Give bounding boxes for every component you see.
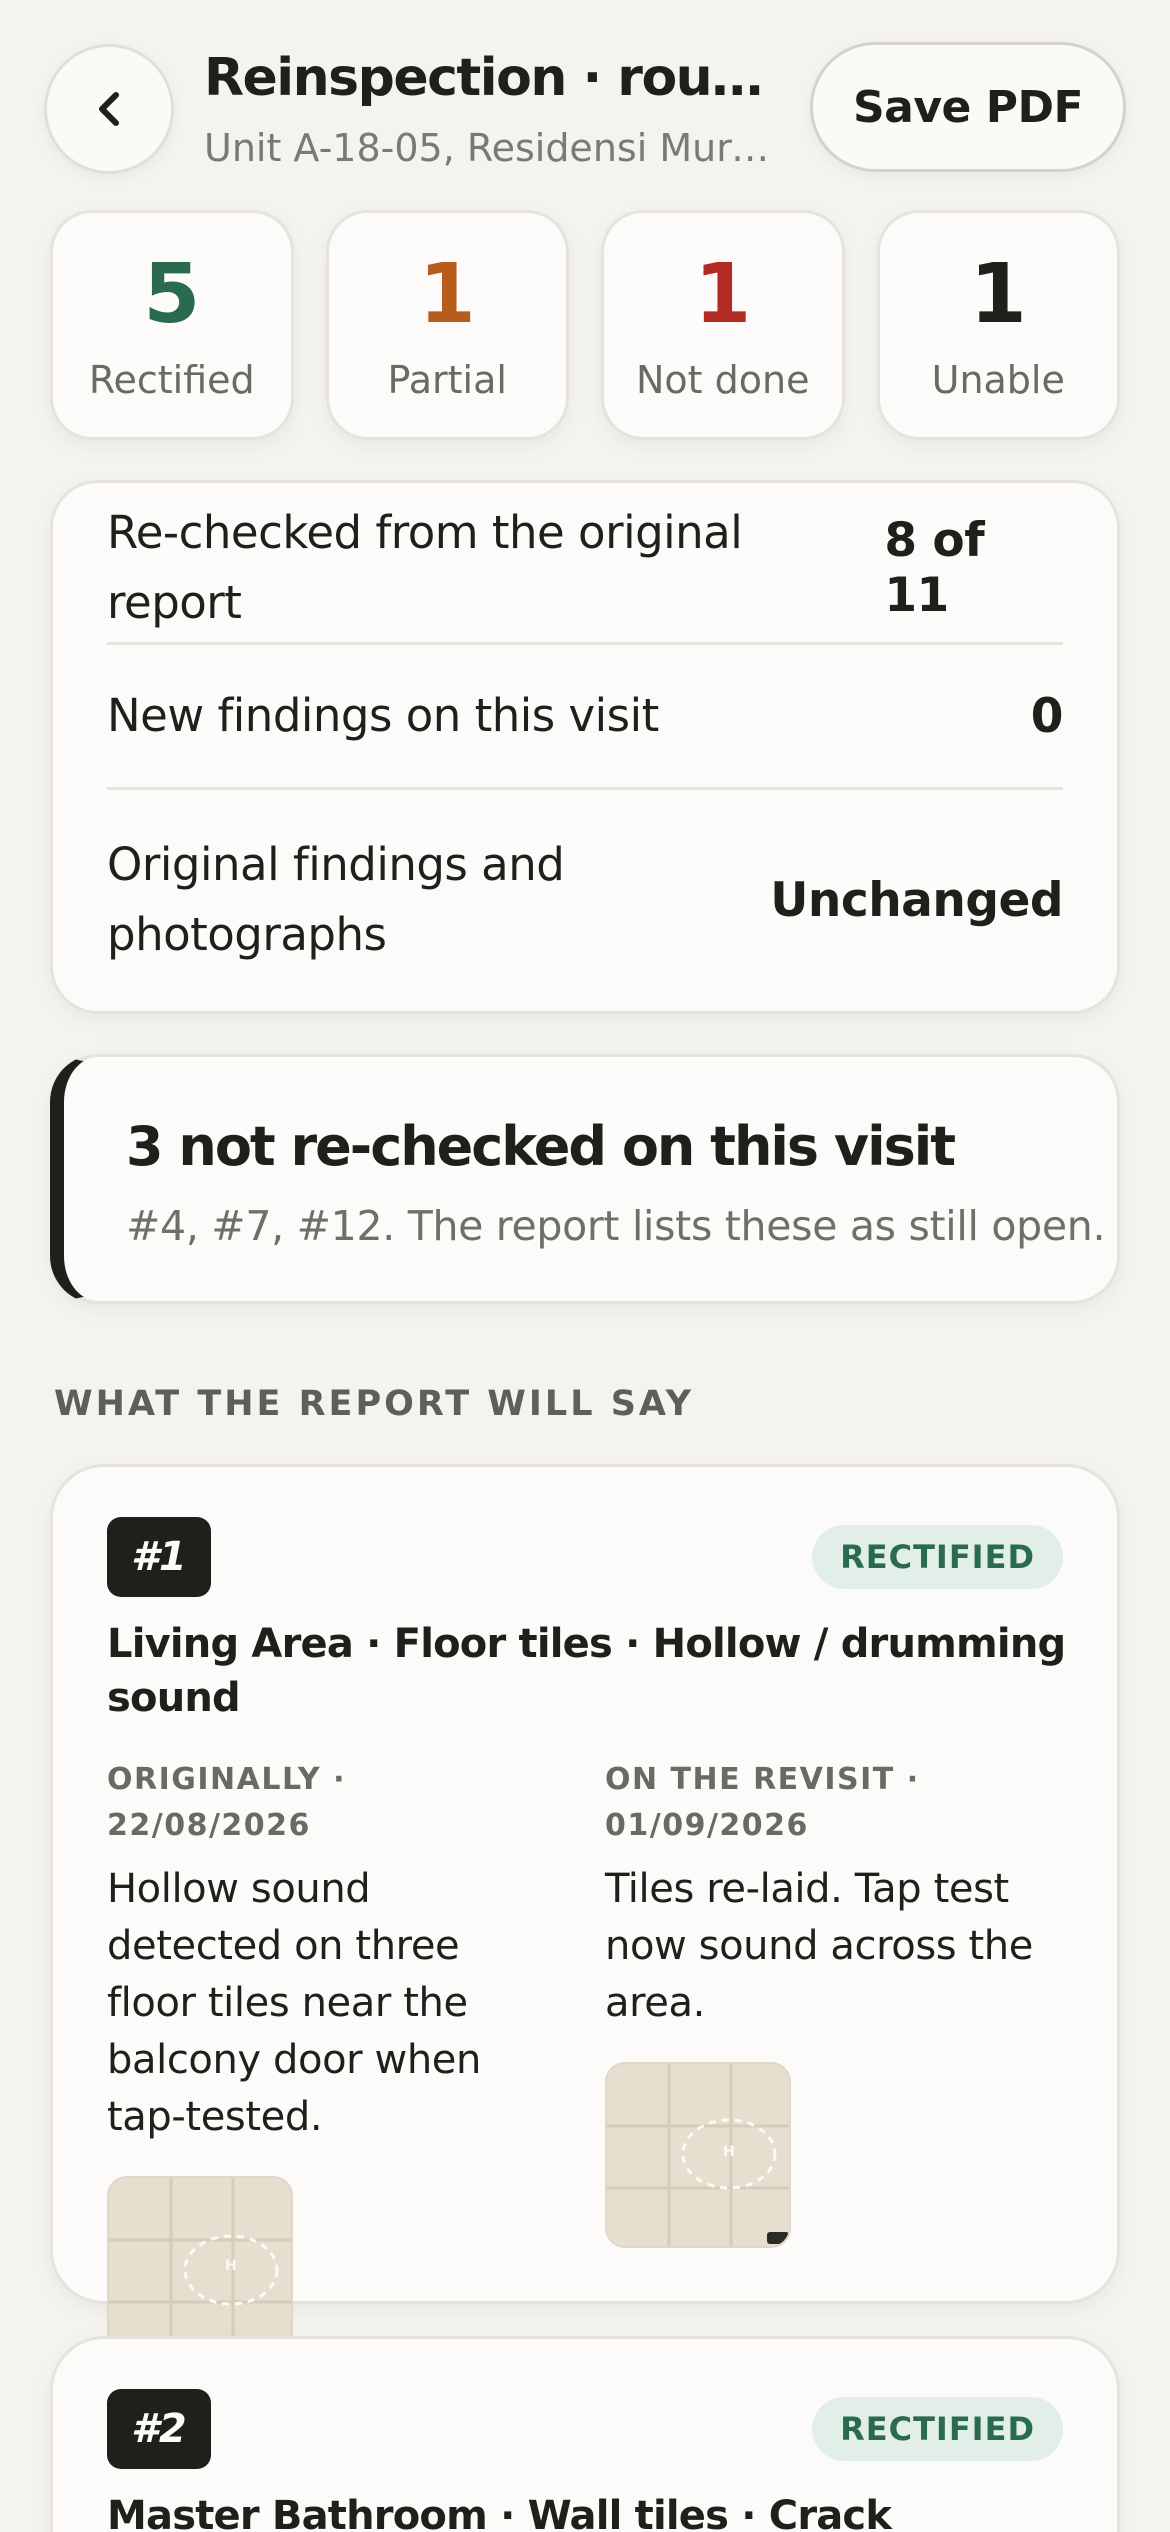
revisit-heading: ON THE REVISIT · 01/09/2026 xyxy=(605,1762,920,1843)
finding-title: Master Bathroom · Wall tiles · Crack xyxy=(107,2493,892,2532)
summary-row: Original findings and photographs Unchan… xyxy=(107,790,1063,1010)
revisit-column: ON THE REVISIT · 01/09/2026 Tiles re-lai… xyxy=(605,1757,1055,2248)
summary-label: New findings on this visit xyxy=(107,689,659,742)
summary-label: Original findings and photographs xyxy=(107,838,565,961)
finding-title: Living Area · Floor tiles · Hollow / dru… xyxy=(107,1621,1066,1721)
stat-partial[interactable]: 1 Partial xyxy=(325,210,569,440)
stat-label: Partial xyxy=(387,358,507,402)
original-text: Hollow sound detected on three floor til… xyxy=(107,1866,481,2140)
summary-value: 8 of 11 xyxy=(884,512,985,623)
status-tiles: 5 Rectified 1 Partial 1 Not done 1 Unabl… xyxy=(50,210,1120,440)
chevron-left-icon xyxy=(99,92,119,126)
original-photo-thumbnail[interactable]: H xyxy=(107,2176,293,2362)
stat-not-done[interactable]: 1 Not done xyxy=(601,210,845,440)
stat-label: Not done xyxy=(636,358,810,402)
stat-rectified[interactable]: 5 Rectified xyxy=(50,210,294,440)
summary-value: 0 xyxy=(1030,688,1064,744)
page-title: Reinspection · round 2 xyxy=(204,48,784,108)
stat-unable[interactable]: 1 Unable xyxy=(876,210,1120,440)
back-button[interactable] xyxy=(44,44,174,174)
revisit-text: Tiles re-laid. Tap test now sound across… xyxy=(605,1866,1033,2026)
summary-card: Re-checked from the original report 8 of… xyxy=(50,480,1120,1014)
callout-title: 3 not re-checked on this visit xyxy=(126,1115,956,1178)
stat-value: 1 xyxy=(418,247,476,342)
finding-number-badge: #1 xyxy=(107,1517,211,1597)
photo-marker: H xyxy=(225,2258,237,2274)
original-column: ORIGINALLY · 22/08/2026 Hollow sound det… xyxy=(107,1757,557,2362)
stat-label: Unable xyxy=(931,358,1065,402)
status-badge: RECTIFIED xyxy=(812,1525,1063,1589)
photo-marker: H xyxy=(723,2144,735,2160)
section-title: WHAT THE REPORT WILL SAY xyxy=(54,1384,694,1424)
revisit-photo-thumbnail[interactable]: H xyxy=(605,2062,791,2248)
page-subtitle: Unit A-18-05, Residensi Murni Heights xyxy=(204,126,784,170)
summary-row: New findings on this visit 0 xyxy=(107,645,1064,790)
finding-number-badge: #2 xyxy=(107,2389,211,2469)
summary-value: Unchanged xyxy=(770,872,1063,928)
original-heading: ORIGINALLY · 22/08/2026 xyxy=(107,1762,347,1843)
stat-value: 5 xyxy=(143,247,201,342)
summary-label: Re-checked from the original report xyxy=(107,505,743,629)
save-pdf-button[interactable]: Save PDF xyxy=(810,42,1126,172)
header: Reinspection · round 2 Unit A-18-05, Res… xyxy=(0,0,1170,190)
finding-card[interactable]: #1 RECTIFIED Living Area · Floor tiles ·… xyxy=(50,1464,1120,2362)
stat-value: 1 xyxy=(969,247,1027,342)
summary-row: Re-checked from the original report 8 of… xyxy=(107,483,1063,645)
stat-label: Rectified xyxy=(88,358,255,402)
not-rechecked-callout: 3 not re-checked on this visit #4, #7, #… xyxy=(50,1054,1120,1304)
stat-value: 1 xyxy=(694,247,752,342)
status-badge: RECTIFIED xyxy=(812,2397,1063,2461)
finding-card[interactable]: #2 RECTIFIED Master Bathroom · Wall tile… xyxy=(50,2336,1120,2532)
callout-body: #4, #7, #12. The report lists these as s… xyxy=(126,1202,1106,1250)
